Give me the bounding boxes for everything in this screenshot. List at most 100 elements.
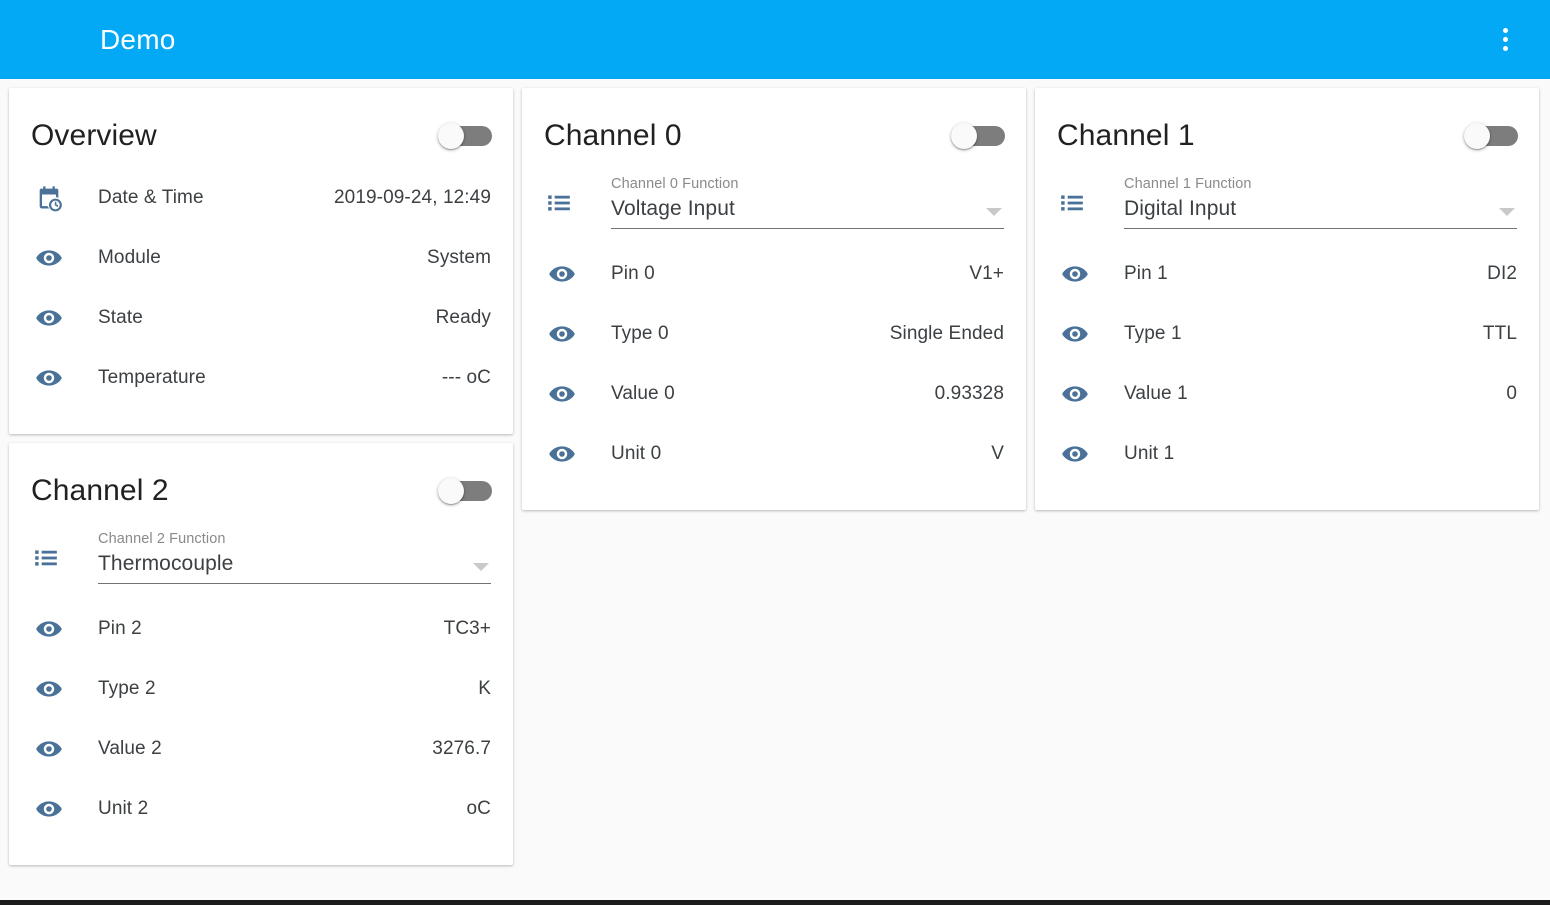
eye-icon [31,364,83,392]
channel0-card-title: Channel 0 [544,119,682,152]
row-label: Temperature [98,367,206,388]
calendar-clock-icon [31,184,83,212]
row-value: oC [466,798,491,819]
channel2-row-unit[interactable]: Unit 2 oC [30,779,492,839]
channel1-toggle[interactable] [1464,123,1518,149]
eye-icon [31,304,83,332]
row-value: DI2 [1487,263,1517,284]
channel0-toggle[interactable] [951,123,1005,149]
overview-card: Overview Date & Time 2019-09-24, 12:49 M… [9,88,513,434]
channel1-row-value[interactable]: Value 1 0 [1056,364,1518,424]
row-label: Unit 1 [1124,443,1175,464]
overview-rows: Date & Time 2019-09-24, 12:49 Module Sys… [30,168,492,408]
eye-icon [31,244,83,272]
row-value: Ready [435,307,491,328]
chevron-down-icon[interactable] [1499,207,1515,216]
channel0-row-unit[interactable]: Unit 0 V [543,424,1005,484]
row-label: Date & Time [98,187,204,208]
more-vert-dot-1 [1502,28,1508,33]
toggle-thumb [438,123,464,149]
channel2-card-title: Channel 2 [31,474,169,507]
eye-icon [31,795,83,823]
eye-icon [1057,260,1109,288]
overview-row-state[interactable]: State Ready [30,288,492,348]
row-value: 0.93328 [934,383,1004,404]
channel2-toggle[interactable] [438,478,492,504]
select-caption: Channel 2 Function [98,531,226,547]
toggle-thumb [1464,123,1490,149]
select-valuebar: Voltage Input [611,193,1004,229]
row-label: Module [98,247,161,268]
channel2-rows: Channel 2 Function Thermocouple Pin 2 TC… [30,523,492,839]
channel1-card: Channel 1 Channel 1 Function Digital Inp… [1035,88,1539,510]
select-valuebar: Thermocouple [98,548,491,584]
channel1-function-row[interactable]: Channel 1 Function Digital Input [1056,168,1518,244]
channel0-row-pin[interactable]: Pin 0 V1+ [543,244,1005,304]
channel1-card-title: Channel 1 [1057,119,1195,152]
channel2-card: Channel 2 Channel 2 Function Thermocoupl… [9,443,513,865]
channel1-card-header: Channel 1 [1056,110,1518,162]
list-icon [544,168,596,216]
select-caption: Channel 0 Function [611,176,739,192]
chevron-down-icon[interactable] [473,562,489,571]
app-title: Demo [100,23,176,55]
row-value: --- oC [441,367,491,388]
select-value: Digital Input [1124,197,1237,221]
row-value: K [478,678,491,699]
row-label: Value 0 [611,383,675,404]
chevron-down-icon[interactable] [986,207,1002,216]
row-label: Pin 1 [1124,263,1168,284]
channel0-function-select[interactable]: Channel 0 Function Voltage Input [611,168,1004,229]
select-caption: Channel 1 Function [1124,176,1252,192]
overview-row-module[interactable]: Module System [30,228,492,288]
channel0-row-type[interactable]: Type 0 Single Ended [543,304,1005,364]
overview-toggle[interactable] [438,123,492,149]
eye-icon [544,380,596,408]
channel0-card: Channel 0 Channel 0 Function Voltage Inp… [522,88,1026,510]
overview-row-temperature[interactable]: Temperature --- oC [30,348,492,408]
eye-icon [31,735,83,763]
list-icon [31,523,83,571]
channel1-row-unit[interactable]: Unit 1 [1056,424,1518,484]
channel2-function-row[interactable]: Channel 2 Function Thermocouple [30,523,492,599]
select-value: Voltage Input [611,197,735,221]
column-right: Channel 1 Channel 1 Function Digital Inp… [1035,88,1539,510]
channel2-function-select[interactable]: Channel 2 Function Thermocouple [98,523,491,584]
channel0-card-header: Channel 0 [543,110,1005,162]
cards-grid: Overview Date & Time 2019-09-24, 12:49 M… [9,88,1541,865]
channel2-row-type[interactable]: Type 2 K [30,659,492,719]
channel1-row-type[interactable]: Type 1 TTL [1056,304,1518,364]
more-vert-dot-2 [1502,37,1508,42]
row-value: Single Ended [889,323,1004,344]
row-value: V [991,443,1004,464]
app-bar: Demo [0,0,1550,79]
row-value: V1+ [969,263,1004,284]
eye-icon [544,260,596,288]
row-label: Type 0 [611,323,669,344]
channel1-row-pin[interactable]: Pin 1 DI2 [1056,244,1518,304]
more-vert-icon[interactable] [1482,17,1528,63]
toggle-thumb [438,478,464,504]
row-value: TC3+ [443,618,491,639]
channel2-row-pin[interactable]: Pin 2 TC3+ [30,599,492,659]
eye-icon [544,320,596,348]
channel1-rows: Channel 1 Function Digital Input Pin 1 D… [1056,168,1518,484]
channel1-function-select[interactable]: Channel 1 Function Digital Input [1124,168,1517,229]
select-value: Thermocouple [98,552,234,576]
eye-icon [1057,320,1109,348]
column-left: Overview Date & Time 2019-09-24, 12:49 M… [9,88,513,865]
channel2-row-value[interactable]: Value 2 3276.7 [30,719,492,779]
channel0-function-row[interactable]: Channel 0 Function Voltage Input [543,168,1005,244]
overview-card-title: Overview [31,119,157,152]
overview-row-date-time[interactable]: Date & Time 2019-09-24, 12:49 [30,168,492,228]
row-label: Unit 0 [611,443,662,464]
channel0-row-value[interactable]: Value 0 0.93328 [543,364,1005,424]
bottom-system-bar [0,900,1550,905]
row-label: Value 1 [1124,383,1188,404]
row-label: State [98,307,143,328]
select-valuebar: Digital Input [1124,193,1517,229]
list-icon [1057,168,1109,216]
eye-icon [31,615,83,643]
row-value: System [427,247,491,268]
row-value: 0 [1506,383,1517,404]
